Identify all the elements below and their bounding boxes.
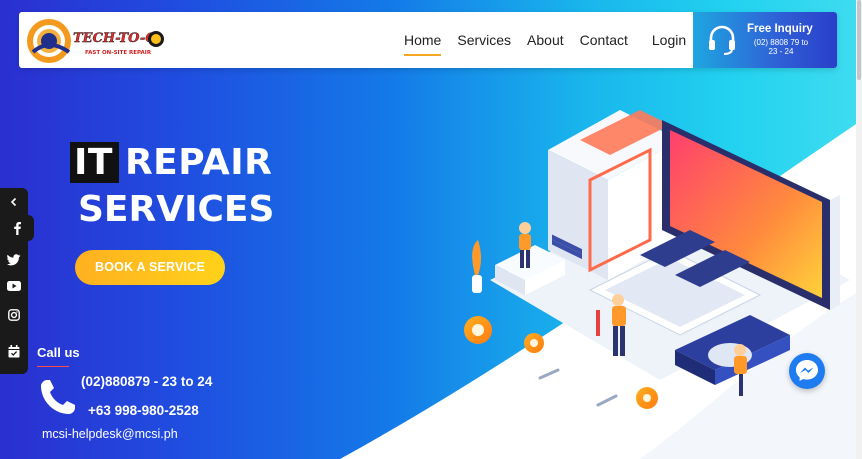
call-us-underline xyxy=(37,366,69,367)
twitter-link[interactable] xyxy=(0,248,28,272)
svg-text:TECH-TO-G: TECH-TO-G xyxy=(73,31,156,46)
free-inquiry-title: Free Inquiry xyxy=(747,23,813,35)
chevron-left-icon xyxy=(10,197,17,207)
phone-icon xyxy=(41,380,75,414)
nav-contact[interactable]: Contact xyxy=(580,28,628,52)
twitter-icon xyxy=(7,254,21,266)
nav-login[interactable]: Login xyxy=(652,28,686,52)
contact-email[interactable]: mcsi-helpdesk@mcsi.ph xyxy=(42,427,178,441)
it-repair-illustration xyxy=(464,110,850,409)
phone-number-mobile[interactable]: +63 998-980-2528 xyxy=(88,403,199,418)
tech-to-go-logo[interactable]: TECH-TO-G FAST ON-SITE REPAIR xyxy=(25,14,175,66)
headline-line2: SERVICES xyxy=(78,189,275,230)
facebook-link[interactable] xyxy=(0,216,34,240)
social-sidebar xyxy=(0,188,34,374)
scrollbar-thumb[interactable] xyxy=(857,0,861,80)
calendar-link[interactable] xyxy=(0,339,28,363)
book-a-service-button[interactable]: BOOK A SERVICE xyxy=(75,250,225,285)
svg-text:FAST ON-SITE REPAIR: FAST ON-SITE REPAIR xyxy=(85,50,152,56)
facebook-icon xyxy=(14,222,21,235)
site-header: TECH-TO-G FAST ON-SITE REPAIR Home Servi… xyxy=(19,12,837,68)
instagram-link[interactable] xyxy=(0,303,28,327)
headline-highlight: IT xyxy=(70,142,119,183)
nav-about[interactable]: About xyxy=(527,28,564,52)
nav-services[interactable]: Services xyxy=(457,28,511,52)
page-scrollbar[interactable] xyxy=(856,0,862,459)
nav-home[interactable]: Home xyxy=(404,28,442,56)
youtube-link[interactable] xyxy=(0,274,28,298)
calendar-check-icon xyxy=(8,344,20,357)
messenger-icon xyxy=(796,360,818,381)
main-nav: Home Services About Contact Login xyxy=(404,12,702,68)
hero-headline: IT REPAIR SERVICES xyxy=(70,142,274,230)
youtube-icon xyxy=(7,281,21,291)
messenger-chat-button[interactable] xyxy=(789,353,825,389)
free-inquiry-box[interactable]: Free Inquiry (02) 8808 79 to 23 - 24 xyxy=(693,12,837,68)
phone-number-landline[interactable]: (02)880879 - 23 to 24 xyxy=(81,374,212,389)
free-inquiry-number: (02) 8808 79 to 23 - 24 xyxy=(753,38,809,56)
headline-line1: REPAIR xyxy=(124,142,273,183)
instagram-icon xyxy=(8,309,20,321)
headset-icon xyxy=(709,25,735,55)
collapse-social-button[interactable] xyxy=(0,190,28,214)
call-us-label: Call us xyxy=(37,345,80,360)
